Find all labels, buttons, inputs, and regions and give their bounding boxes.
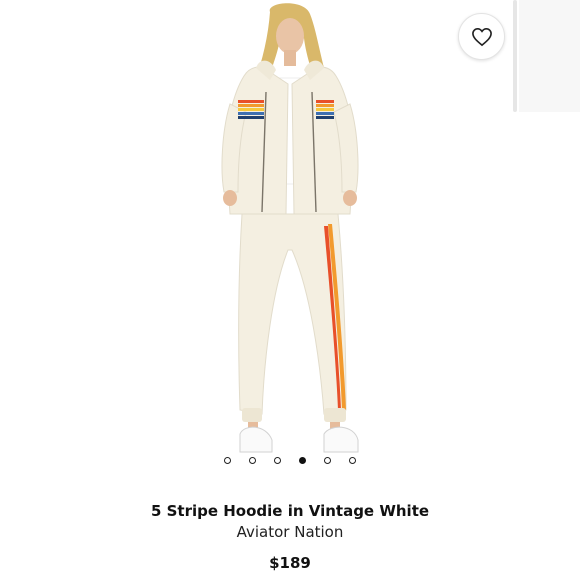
heart-outline-icon (471, 27, 492, 46)
product-photo (221, 3, 359, 453)
carousel-dot[interactable] (274, 457, 281, 464)
product-price: $189 (269, 554, 311, 572)
favorite-button[interactable] (458, 13, 505, 60)
product-brand[interactable]: Aviator Nation (0, 522, 580, 542)
carousel-dot[interactable] (249, 457, 256, 464)
product-info: 5 Stripe Hoodie in Vintage White Aviator… (0, 500, 580, 542)
carousel-dot[interactable] (349, 457, 356, 464)
carousel-pagination (0, 456, 580, 468)
carousel-dot[interactable] (224, 457, 231, 464)
carousel-dot[interactable] (324, 457, 331, 464)
product-image-gallery[interactable] (0, 0, 580, 478)
product-title: 5 Stripe Hoodie in Vintage White (150, 502, 430, 520)
carousel-next-divider (513, 0, 517, 112)
carousel-dot-active[interactable] (299, 457, 306, 464)
next-image-preview[interactable] (519, 0, 580, 112)
